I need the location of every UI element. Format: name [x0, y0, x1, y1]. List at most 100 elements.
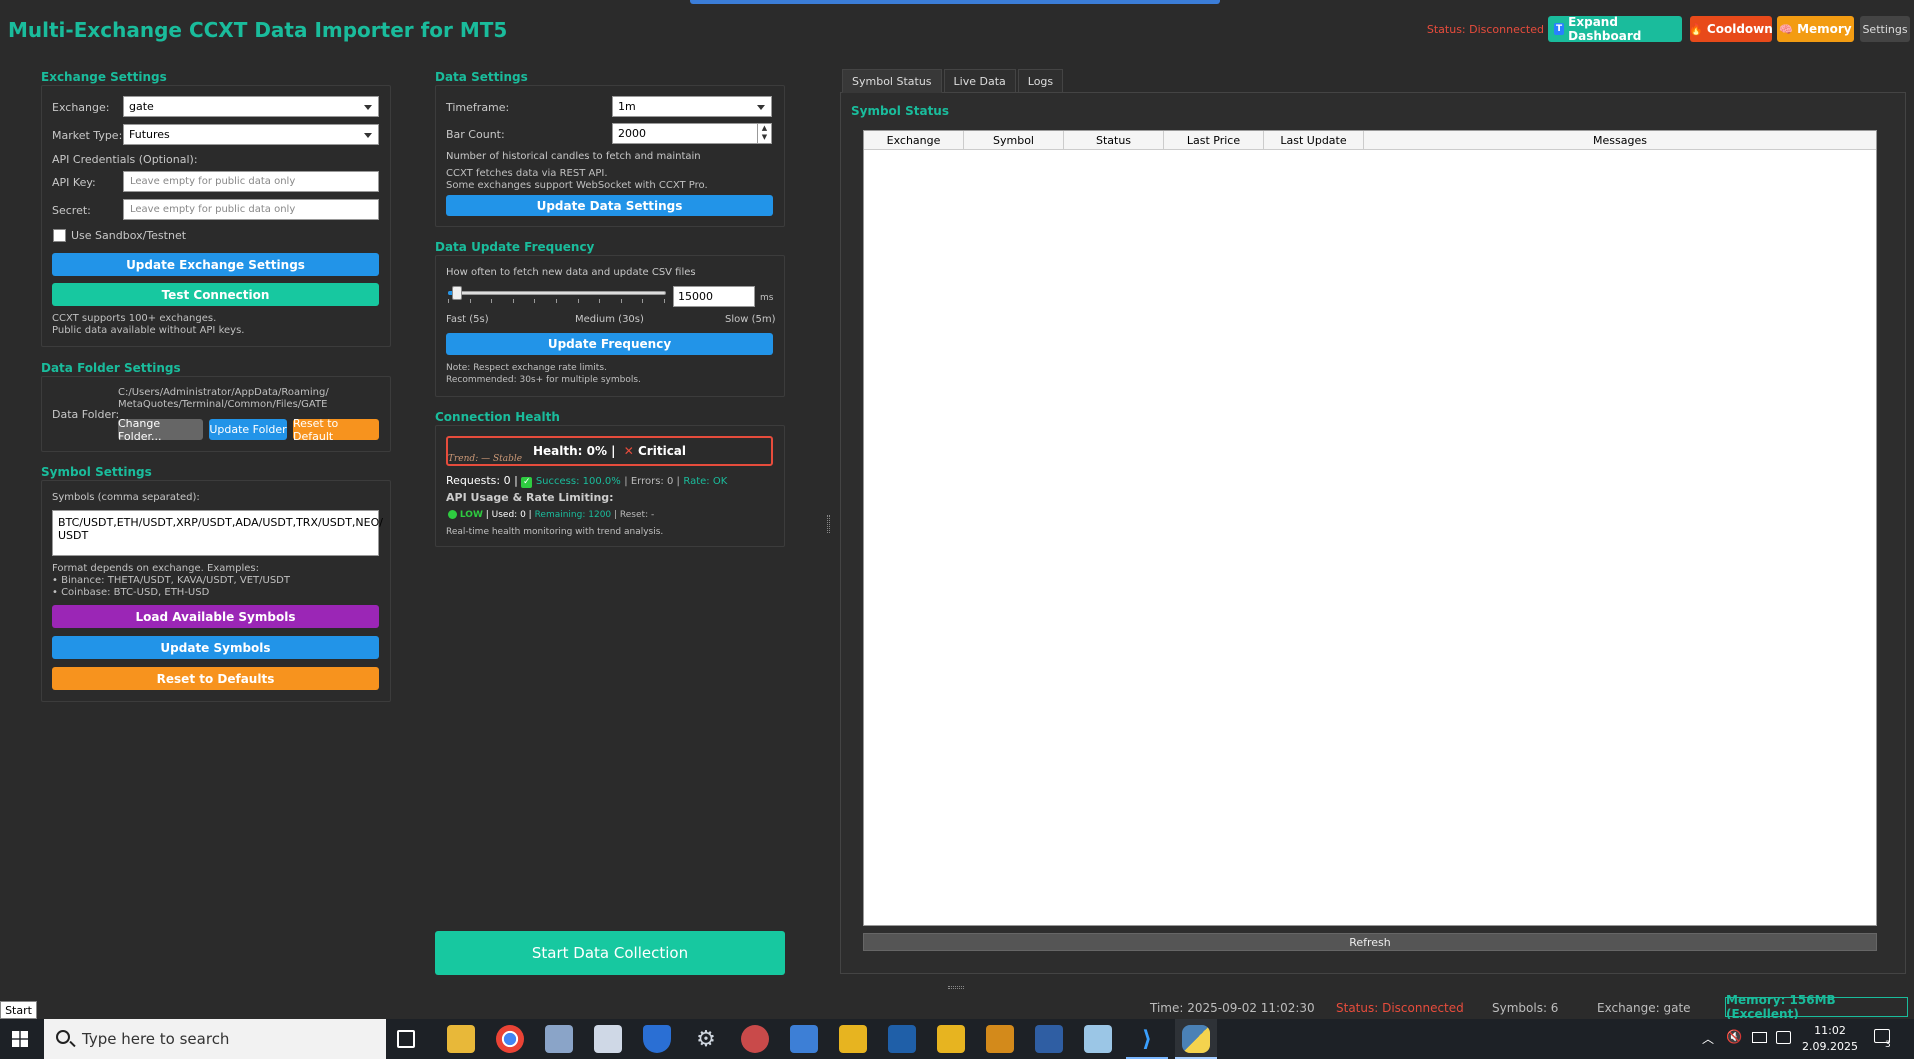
symbol-status-table: Exchange Symbol Status Last Price Last U… — [863, 130, 1877, 926]
api-usage-title: API Usage & Rate Limiting: — [446, 491, 614, 504]
slider-tick — [534, 299, 535, 303]
slider-tick — [448, 299, 449, 303]
data-note-2: CCXT fetches data via REST API. — [446, 168, 608, 179]
cooldown-button[interactable]: 🔥 Cooldown — [1689, 16, 1773, 42]
clock-time: 11:02 — [1814, 1024, 1846, 1037]
data-settings-title: Data Settings — [435, 70, 528, 84]
chevron-down-icon — [364, 133, 372, 138]
taskbar-clock[interactable]: 11:02 2.09.2025 — [1802, 1023, 1858, 1055]
health-indicator: Health: 0% | ✕ Critical Trend: — Stable — [446, 436, 773, 466]
symbol-settings-title: Symbol Settings — [41, 465, 152, 479]
secret-input[interactable]: Leave empty for public data only — [123, 199, 379, 220]
frequency-unit: ms — [760, 293, 774, 303]
symbols-textarea[interactable]: BTC/USDT,ETH/USDT,XRP/USDT,ADA/USDT,TRX/… — [52, 510, 383, 556]
usage-used: | Used: 0 | — [485, 510, 532, 520]
volume-muted-icon[interactable]: 🔇 — [1726, 1030, 1742, 1045]
vertical-splitter-handle[interactable] — [827, 515, 830, 533]
column-header-symbol[interactable]: Symbol — [964, 131, 1064, 149]
memory-button[interactable]: 🧠 Memory — [1777, 16, 1854, 42]
market-type-select[interactable]: Futures — [123, 124, 379, 145]
column-header-status[interactable]: Status — [1064, 131, 1164, 149]
mt5-terminal-icon-2[interactable] — [888, 1025, 916, 1053]
notepad-icon[interactable] — [1084, 1025, 1112, 1053]
timeframe-select-value: 1m — [618, 100, 636, 113]
windows-start-button[interactable] — [0, 1019, 40, 1059]
remote-desktop-icon[interactable] — [545, 1025, 573, 1053]
update-data-settings-button[interactable]: Update Data Settings — [446, 195, 773, 216]
frequency-slider[interactable] — [448, 284, 666, 304]
health-trend: Trend: — Stable — [448, 454, 523, 464]
column-header-last-update[interactable]: Last Update — [1264, 131, 1364, 149]
expand-dashboard-button[interactable]: T Expand Dashboard — [1548, 15, 1682, 43]
device-status-icon[interactable] — [1776, 1031, 1791, 1044]
data-folder-path-1: C:/Users/Administrator/AppData/Roaming/ — [118, 387, 329, 398]
chevron-up-icon[interactable]: ︿ — [1702, 1030, 1714, 1047]
fire-icon: 🔥 — [1689, 22, 1703, 36]
frequency-input[interactable]: 15000 — [673, 286, 755, 307]
bar-count-label: Bar Count: — [446, 128, 505, 141]
load-symbols-button[interactable]: Load Available Symbols — [52, 605, 379, 628]
timeframe-label: Timeframe: — [446, 101, 510, 114]
file-explorer-icon[interactable] — [447, 1025, 475, 1053]
api-key-input[interactable]: Leave empty for public data only — [123, 171, 379, 192]
update-folder-button[interactable]: Update Folder — [209, 419, 287, 440]
update-symbols-button[interactable]: Update Symbols — [52, 636, 379, 659]
taskbar-search[interactable]: Type here to search — [44, 1019, 386, 1059]
shield-icon[interactable] — [643, 1025, 671, 1053]
exchange-note-1: CCXT supports 100+ exchanges. — [52, 313, 217, 324]
mt5-terminal-icon-3[interactable] — [937, 1025, 965, 1053]
network-icon[interactable] — [1752, 1032, 1767, 1043]
task-view-icon[interactable] — [397, 1030, 415, 1048]
column-header-last-price[interactable]: Last Price — [1164, 131, 1264, 149]
symbols-text-line-2: USDT — [58, 529, 89, 542]
close-icon: ✕ — [623, 444, 634, 458]
python-active-highlight — [1175, 1019, 1217, 1059]
network-app-icon[interactable] — [790, 1025, 818, 1053]
column-header-messages[interactable]: Messages — [1364, 131, 1876, 149]
reset-defaults-button[interactable]: Reset to Defaults — [52, 667, 379, 690]
reset-folder-button[interactable]: Reset to Default — [293, 417, 379, 443]
column-header-exchange[interactable]: Exchange — [864, 131, 964, 149]
requests-count: Requests: 0 | — [446, 474, 518, 487]
exchange-select-value: gate — [129, 100, 154, 113]
api-credentials-label: API Credentials (Optional): — [52, 153, 198, 166]
start-collection-button[interactable]: Start Data Collection — [435, 931, 785, 975]
slider-tick — [599, 299, 600, 303]
paint-icon[interactable] — [741, 1025, 769, 1053]
tab-live-data[interactable]: Live Data — [943, 69, 1016, 93]
mt5-terminal-icon[interactable] — [839, 1025, 867, 1053]
sandbox-checkbox[interactable] — [53, 229, 66, 242]
horizontal-splitter-handle[interactable] — [948, 986, 964, 989]
refresh-button[interactable]: Refresh — [863, 933, 1877, 951]
slider-tick — [664, 299, 665, 303]
health-footer: Real-time health monitoring with trend a… — [446, 527, 664, 537]
update-frequency-button[interactable]: Update Frequency — [446, 333, 773, 355]
tab-bar: Symbol Status Live Data Logs — [842, 69, 1064, 93]
settings-button[interactable]: Settings — [1860, 16, 1910, 42]
gear-icon[interactable]: ⚙ — [692, 1025, 720, 1053]
timeframe-select[interactable]: 1m — [612, 96, 772, 117]
tab-logs[interactable]: Logs — [1017, 69, 1064, 93]
window-drag-strip[interactable] — [690, 0, 1220, 4]
checkmark-icon: ✓ — [521, 477, 533, 488]
metaeditor-icon[interactable] — [1035, 1025, 1063, 1053]
slider-tick — [642, 299, 643, 303]
usage-reset: | Reset: - — [614, 510, 655, 520]
tab-symbol-status[interactable]: Symbol Status — [842, 69, 942, 93]
mt5-terminal-icon-4[interactable] — [986, 1025, 1014, 1053]
exchange-label: Exchange: — [52, 101, 110, 114]
bar-count-spinbox[interactable]: 2000 ▲ ▼ — [612, 123, 772, 144]
spin-arrows-icon[interactable]: ▲ ▼ — [757, 124, 771, 143]
expand-dashboard-label: Expand Dashboard — [1568, 15, 1642, 43]
slider-handle[interactable] — [452, 286, 462, 300]
symbol-format-2: • Binance: THETA/USDT, KAVA/USDT, VET/US… — [52, 575, 290, 586]
test-connection-button[interactable]: Test Connection — [52, 283, 379, 306]
update-exchange-settings-button[interactable]: Update Exchange Settings — [52, 253, 379, 276]
brain-icon: 🧠 — [1779, 22, 1794, 36]
change-folder-button[interactable]: Change Folder... — [118, 419, 203, 440]
chrome-icon[interactable] — [496, 1025, 524, 1053]
update-frequency-title: Data Update Frequency — [435, 240, 595, 254]
document-icon[interactable] — [594, 1025, 622, 1053]
exchange-select[interactable]: gate — [123, 96, 379, 117]
vscode-icon[interactable]: ⟩ — [1133, 1025, 1161, 1053]
